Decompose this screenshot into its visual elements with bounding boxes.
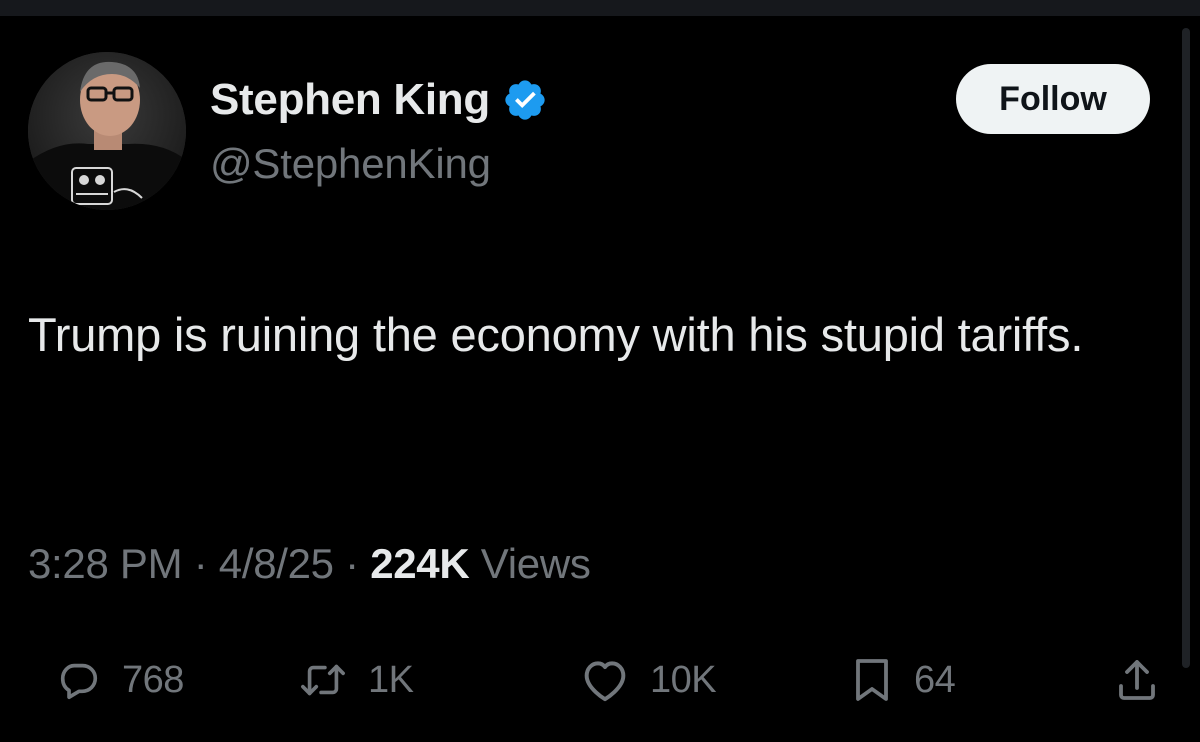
bookmark-icon: [856, 659, 888, 701]
action-bar: 768 1K 10K 64: [28, 648, 1178, 712]
views-label: Views: [480, 540, 591, 587]
meta-separator: ·: [193, 540, 208, 587]
author-name-row: Stephen King: [210, 68, 548, 132]
meta-separator: ·: [345, 540, 359, 587]
reply-count: 768: [122, 658, 184, 701]
like-count: 10K: [650, 658, 717, 701]
repost-count: 1K: [368, 658, 414, 701]
avatar[interactable]: [28, 52, 186, 210]
repost-button[interactable]: 1K: [298, 648, 414, 712]
follow-button[interactable]: Follow: [956, 64, 1150, 134]
repost-arrows-icon: [301, 664, 345, 696]
bookmark-button[interactable]: 64: [850, 648, 956, 712]
views-count: 224K: [370, 540, 470, 587]
bookmark-count: 64: [914, 658, 956, 701]
tweet-date[interactable]: 4/8/25: [219, 540, 334, 587]
share-button[interactable]: [1114, 648, 1160, 712]
like-button[interactable]: 10K: [580, 648, 717, 712]
top-bar: [0, 0, 1200, 16]
scrollbar[interactable]: [1182, 28, 1190, 668]
tweet-time[interactable]: 3:28 PM: [28, 540, 183, 587]
author-handle[interactable]: @StephenKing: [210, 140, 491, 188]
reply-button[interactable]: 768: [56, 648, 184, 712]
avatar-photo: [28, 52, 186, 210]
heart-icon: [584, 661, 626, 702]
tweet-meta: 3:28 PM · 4/8/25 · 224K Views: [28, 540, 591, 588]
tweet-view: Stephen King @StephenKing Follow Trump i…: [0, 0, 1200, 742]
verified-badge-icon: [505, 80, 545, 120]
reply-bubble-icon: [60, 663, 98, 700]
tweet-text: Trump is ruining the economy with his st…: [28, 308, 1084, 361]
author-display-name[interactable]: Stephen King: [210, 75, 490, 125]
share-upload-icon: [1119, 660, 1155, 700]
